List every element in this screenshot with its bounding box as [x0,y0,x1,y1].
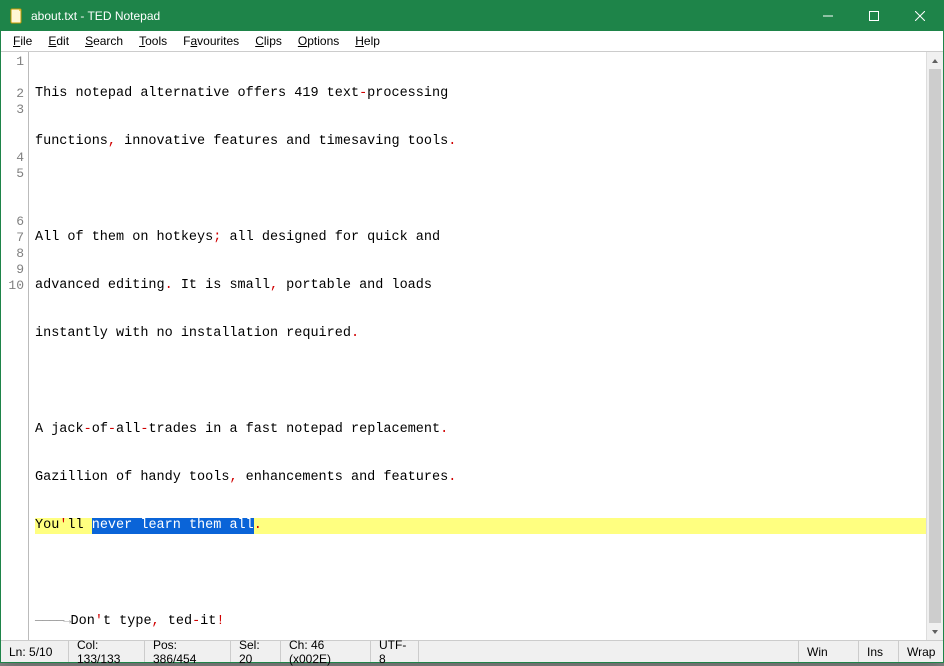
current-line[interactable]: You'll never learn them all. [35,518,943,534]
menu-help[interactable]: Help [347,32,388,50]
line-number-gutter: 1 2 3 4 5 6 7 8 9 10 [1,52,29,640]
status-encoding: UTF-8 [371,641,419,662]
menu-file[interactable]: File [5,32,40,50]
status-eol: Win [799,641,859,662]
menu-edit[interactable]: Edit [40,32,77,50]
status-insert-mode: Ins [859,641,899,662]
status-line: Ln: 5/10 [1,641,69,662]
vertical-scrollbar[interactable] [926,52,943,640]
tab-indicator-icon: ————→ [35,614,71,630]
status-selection: Sel: 20 [231,641,281,662]
app-icon [9,8,25,24]
menu-search[interactable]: Search [77,32,131,50]
window-title: about.txt - TED Notepad [31,9,160,23]
menu-clips[interactable]: Clips [247,32,290,50]
menubar: File Edit Search Tools Favourites Clips … [1,31,943,52]
window-controls [805,1,943,31]
titlebar[interactable]: about.txt - TED Notepad [1,1,943,31]
menu-favourites[interactable]: Favourites [175,32,247,50]
text-content[interactable]: This notepad alternative offers 419 text… [29,52,943,640]
maximize-button[interactable] [851,1,897,31]
editor[interactable]: 1 2 3 4 5 6 7 8 9 10 This notepad altern… [1,52,943,640]
status-wrap: Wrap [899,641,943,662]
status-column: Col: 133/133 [69,641,145,662]
scrollbar-track[interactable] [927,69,943,623]
text-selection[interactable]: never learn them all [92,518,254,534]
menu-tools[interactable]: Tools [131,32,175,50]
app-window: about.txt - TED Notepad File Edit Search… [0,0,944,663]
statusbar: Ln: 5/10 Col: 133/133 Pos: 386/454 Sel: … [1,640,943,662]
scrollbar-thumb[interactable] [929,69,941,623]
status-char: Ch: 46 (x002E) [281,641,371,662]
scroll-up-button[interactable] [927,52,943,69]
minimize-button[interactable] [805,1,851,31]
status-position: Pos: 386/454 [145,641,231,662]
close-button[interactable] [897,1,943,31]
scroll-down-button[interactable] [927,623,943,640]
menu-options[interactable]: Options [290,32,347,50]
status-spacer [419,641,799,662]
